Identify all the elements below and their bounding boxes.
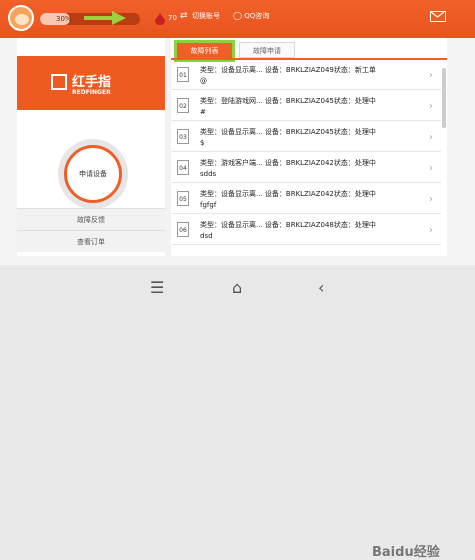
chevron-right-icon: ›	[429, 163, 433, 174]
progress-text: 30%	[56, 15, 72, 23]
document-icon: 05	[177, 191, 189, 206]
menu-icon[interactable]: ☰	[150, 278, 164, 297]
fault-info: 类型：游戏客户端... 设备：BRKLZIAZ042状态：处理中	[200, 159, 376, 167]
mail-icon[interactable]	[430, 11, 446, 22]
fault-row[interactable]: 02 类型：登陆游戏网... 设备：BRKLZIAZ045状态：处理中 # ›	[171, 93, 441, 121]
fault-desc: @	[200, 77, 207, 85]
hp-value: 70	[168, 14, 177, 22]
switch-label: 切换账号	[192, 12, 220, 20]
watermark: Baidu经验	[372, 545, 440, 560]
chevron-right-icon: ›	[429, 194, 433, 205]
document-icon: 02	[177, 98, 189, 113]
fault-row[interactable]: 05 类型：设备显示离... 设备：BRKLZIAZ042状态：处理中 fgfg…	[171, 186, 441, 214]
qq-consult-button[interactable]: ◯ QQ咨询	[233, 11, 269, 21]
qq-label: QQ咨询	[244, 12, 270, 20]
fault-info: 类型：设备显示离... 设备：BRKLZIAZ045状态：处理中	[200, 128, 376, 136]
apply-device-button[interactable]: 申请设备	[64, 145, 122, 203]
fault-row[interactable]: 03 类型：设备显示离... 设备：BRKLZIAZ045状态：处理中 $ ›	[171, 124, 441, 152]
fault-panel: 故障列表 故障申请 01 类型：设备显示离... 设备：BRKLZIAZ049状…	[171, 38, 447, 256]
tab-underline	[171, 58, 447, 60]
back-icon[interactable]: ‹	[318, 278, 324, 297]
fault-desc: fgfgf	[200, 201, 217, 209]
document-icon: 01	[177, 67, 189, 82]
fault-desc: sdds	[200, 170, 217, 178]
fault-desc: dsd	[200, 232, 213, 240]
fault-info: 类型：设备显示离... 设备：BRKLZIAZ042状态：处理中	[200, 190, 376, 198]
document-icon: 04	[177, 160, 189, 175]
fault-row[interactable]: 04 类型：游戏客户端... 设备：BRKLZIAZ042状态：处理中 sdds…	[171, 155, 441, 183]
system-nav-bar: ☰ ⌂ ‹ Baidu经验	[0, 265, 475, 560]
apply-device-label: 申请设备	[79, 170, 107, 178]
brand-banner: 红手指 REDFINGER	[17, 56, 165, 110]
fault-report-label: 故障反馈	[77, 216, 105, 224]
fault-row[interactable]: 01 类型：设备显示离... 设备：BRKLZIAZ049状态：新工单 @ ›	[171, 62, 441, 90]
fault-info: 类型：设备显示离... 设备：BRKLZIAZ048状态：处理中	[200, 221, 376, 229]
fault-info: 类型：登陆游戏网... 设备：BRKLZIAZ045状态：处理中	[200, 97, 376, 105]
chevron-right-icon: ›	[429, 101, 433, 112]
switch-account-button[interactable]: ⇄ 切换账号	[180, 11, 220, 21]
drop-icon	[155, 13, 165, 25]
fault-info: 类型：设备显示离... 设备：BRKLZIAZ049状态：新工单	[200, 66, 376, 74]
brand-name: 红手指	[72, 75, 112, 90]
scrollbar[interactable]	[442, 68, 446, 128]
document-icon: 06	[177, 222, 189, 237]
fault-report-button[interactable]: 故障反馈	[17, 208, 165, 230]
fault-row[interactable]: 06 类型：设备显示离... 设备：BRKLZIAZ048状态：处理中 dsd …	[171, 217, 441, 245]
green-arrow-icon	[84, 11, 126, 25]
switch-icon: ⇄	[180, 11, 188, 21]
view-orders-button[interactable]: 查看订单	[17, 230, 165, 252]
redfinger-logo-icon	[51, 74, 67, 90]
fault-desc: #	[200, 108, 206, 116]
tab-fault-apply[interactable]: 故障申请	[239, 42, 295, 58]
qq-icon: ◯	[233, 11, 242, 20]
home-icon[interactable]: ⌂	[232, 278, 242, 297]
brand-name-en: REDFINGER	[72, 89, 111, 96]
top-bar: 30% 70 ⇄ 切换账号 ◯ QQ咨询	[0, 0, 475, 38]
view-orders-label: 查看订单	[77, 238, 105, 246]
document-icon: 03	[177, 129, 189, 144]
chevron-right-icon: ›	[429, 132, 433, 143]
avatar[interactable]	[8, 5, 34, 31]
chevron-right-icon: ›	[429, 225, 433, 236]
chevron-right-icon: ›	[429, 70, 433, 81]
left-panel: 红手指 REDFINGER 申请设备 故障反馈 查看订单	[17, 38, 165, 256]
fault-desc: $	[200, 139, 205, 147]
